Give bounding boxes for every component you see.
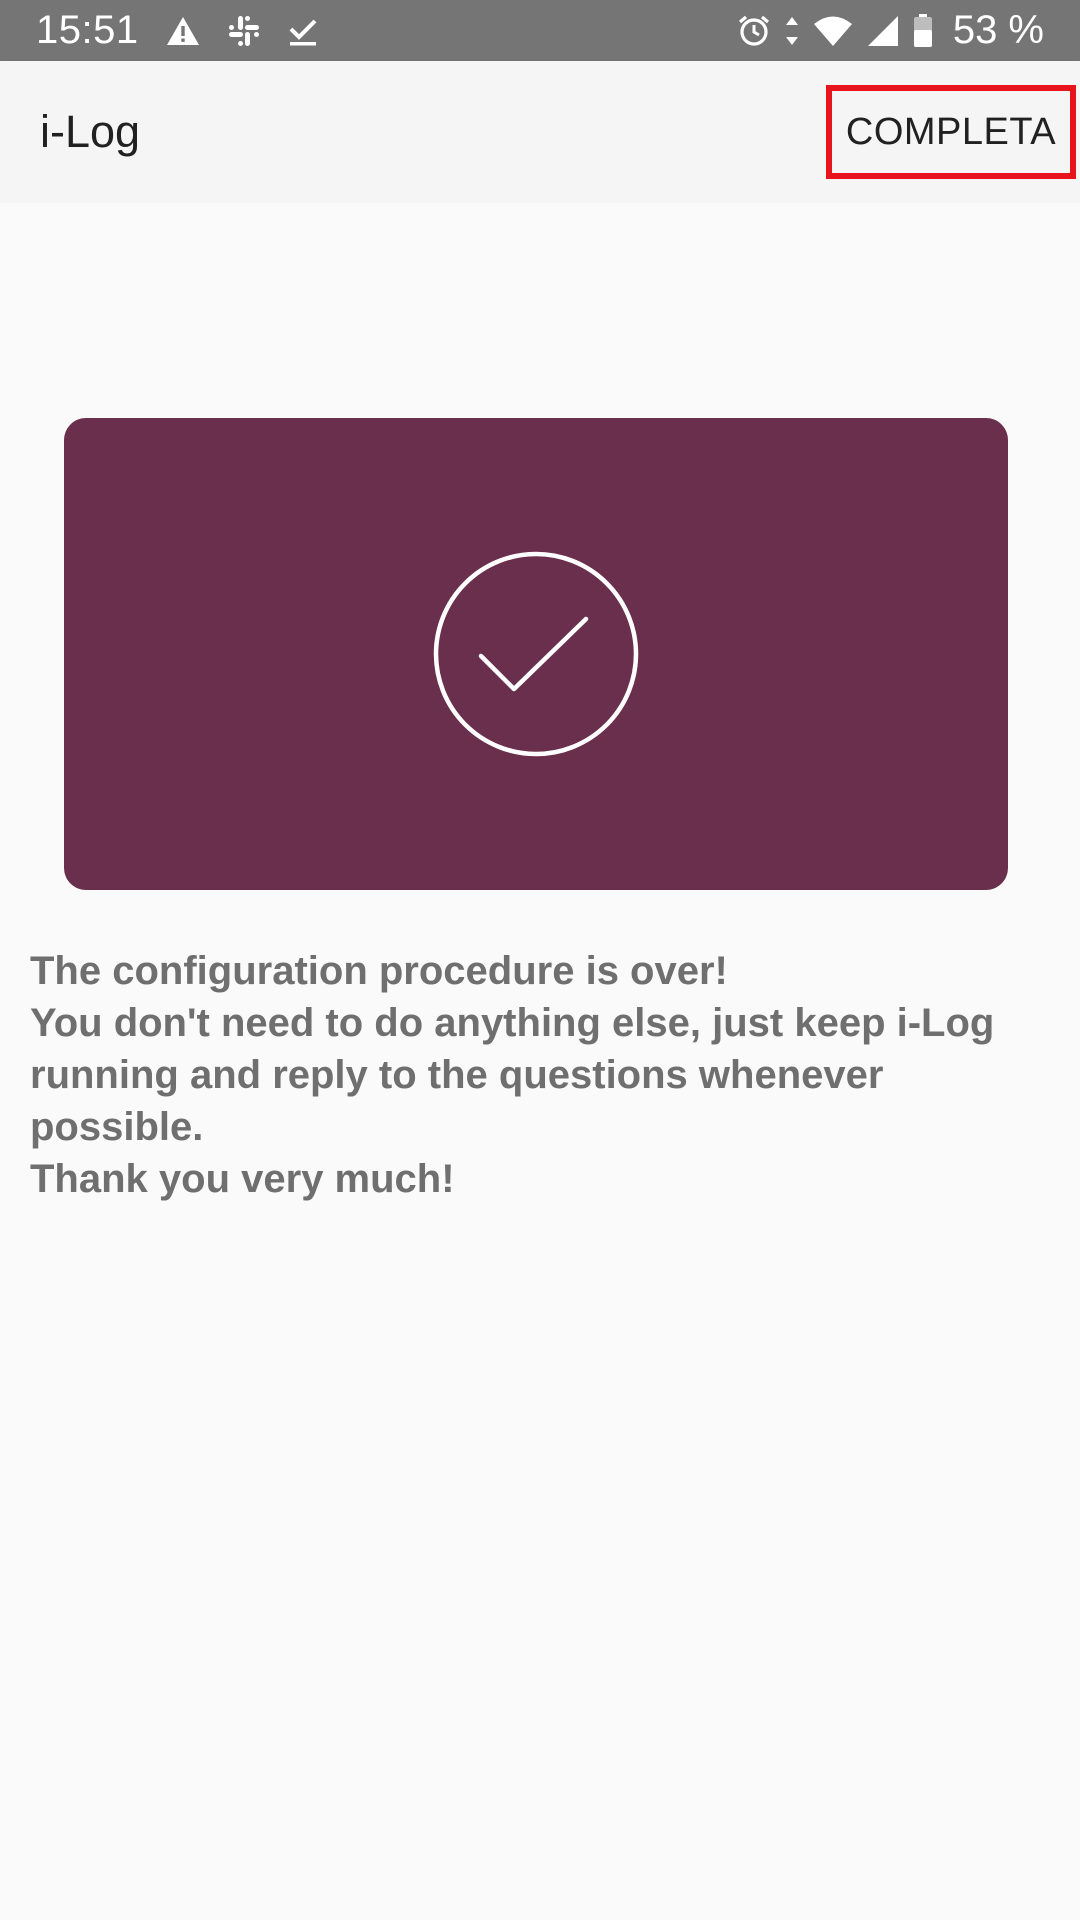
- warning-icon: [165, 15, 201, 47]
- checkmark-icon: [287, 15, 319, 47]
- status-left: 15:51: [36, 0, 345, 61]
- status-right: 53 %: [737, 0, 1044, 61]
- message-line-2: You don't need to do anything else, just…: [30, 1001, 995, 1149]
- battery-percentage: 53 %: [952, 8, 1044, 52]
- slack-icon: [227, 14, 261, 48]
- battery-icon: [913, 13, 933, 48]
- app-title: i-Log: [40, 106, 141, 157]
- cell-signal-icon: [867, 15, 899, 47]
- alarm-icon: [737, 14, 771, 48]
- app-bar: i-Log COMPLETA: [0, 61, 1080, 203]
- status-bar: 15:51 53 %: [0, 0, 1080, 61]
- complete-button[interactable]: COMPLETA: [826, 85, 1076, 179]
- status-time: 15:51: [36, 8, 139, 52]
- completion-message: The configuration procedure is over! You…: [30, 945, 1050, 1205]
- main-content: The configuration procedure is over! You…: [0, 203, 1080, 1920]
- wifi-icon: [813, 15, 853, 47]
- message-line-1: The configuration procedure is over!: [30, 949, 728, 993]
- check-circle-icon: [433, 551, 639, 757]
- data-arrows-icon: [785, 16, 799, 46]
- success-card: [64, 418, 1008, 890]
- message-line-3: Thank you very much!: [30, 1157, 455, 1201]
